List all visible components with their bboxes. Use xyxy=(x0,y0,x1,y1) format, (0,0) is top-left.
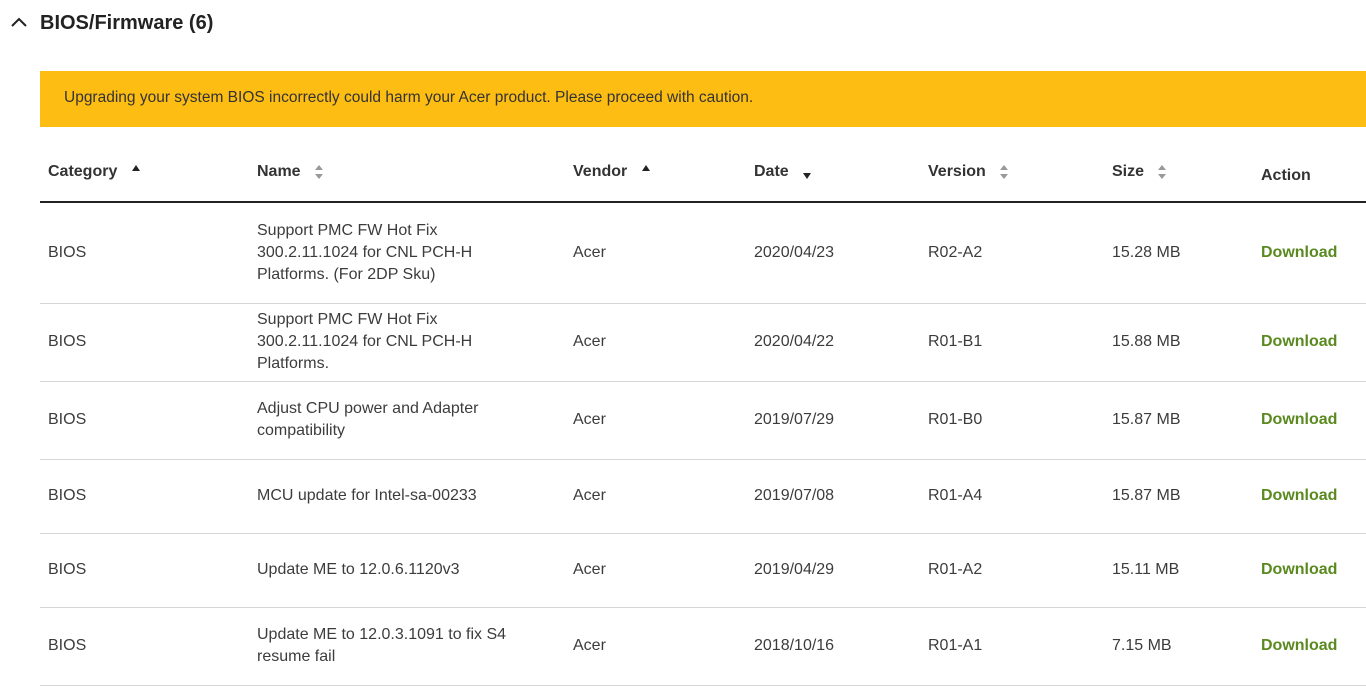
sort-both-icon[interactable] xyxy=(1158,164,1167,179)
table-row: BIOS MCU update for Intel-sa-00233 Acer … xyxy=(40,459,1366,534)
header-name[interactable]: Name xyxy=(249,143,565,203)
header-date[interactable]: Date xyxy=(746,143,920,203)
header-action: Action xyxy=(1253,143,1366,203)
cell-name: Support PMC FW Hot Fix 300.2.11.1024 for… xyxy=(249,303,565,382)
cell-category: BIOS xyxy=(40,303,249,382)
header-version-label: Version xyxy=(928,163,986,180)
section-title: BIOS/Firmware (6) xyxy=(40,12,214,34)
cell-size: 15.87 MB xyxy=(1104,459,1253,534)
cell-action: Download xyxy=(1253,381,1366,460)
header-name-label: Name xyxy=(257,163,301,180)
cell-name: Update ME to 12.0.3.1091 to fix S4 resum… xyxy=(249,607,565,686)
sort-asc-icon[interactable] xyxy=(641,164,650,179)
cell-size: 15.88 MB xyxy=(1104,303,1253,382)
cell-vendor: Acer xyxy=(565,533,746,608)
cell-size: 15.87 MB xyxy=(1104,381,1253,460)
cell-version: R01-A4 xyxy=(920,459,1104,534)
cell-category: BIOS xyxy=(40,533,249,608)
cell-date: 2020/04/23 xyxy=(746,202,920,304)
cell-category: BIOS xyxy=(40,459,249,534)
cell-date: 2020/04/22 xyxy=(746,303,920,382)
cell-action: Download xyxy=(1253,459,1366,534)
cell-date: 2019/07/08 xyxy=(746,459,920,534)
cell-category: BIOS xyxy=(40,381,249,460)
header-vendor-label: Vendor xyxy=(573,163,628,180)
cell-date: 2019/04/29 xyxy=(746,533,920,608)
sort-asc-icon[interactable] xyxy=(131,164,140,179)
download-link[interactable]: Download xyxy=(1261,333,1337,350)
cell-name: Adjust CPU power and Adapter compatibili… xyxy=(249,381,565,460)
table-row: BIOS Update ME to 12.0.6.1120v3 Acer 201… xyxy=(40,533,1366,608)
cell-version: R01-B1 xyxy=(920,303,1104,382)
cell-name: MCU update for Intel-sa-00233 xyxy=(249,459,565,534)
header-size[interactable]: Size xyxy=(1104,143,1253,203)
cell-size: 15.11 MB xyxy=(1104,533,1253,608)
cell-version: R01-A1 xyxy=(920,607,1104,686)
cell-version: R02-A2 xyxy=(920,202,1104,304)
cell-category: BIOS xyxy=(40,202,249,304)
table-row: BIOS Support PMC FW Hot Fix 300.2.11.102… xyxy=(40,202,1366,304)
warning-text: Upgrading your system BIOS incorrectly c… xyxy=(64,89,754,106)
cell-name: Update ME to 12.0.6.1120v3 xyxy=(249,533,565,608)
warning-banner: Upgrading your system BIOS incorrectly c… xyxy=(40,71,1366,127)
cell-size: 7.15 MB xyxy=(1104,607,1253,686)
cell-vendor: Acer xyxy=(565,381,746,460)
cell-version: R01-B0 xyxy=(920,381,1104,460)
cell-action: Download xyxy=(1253,202,1366,304)
header-vendor[interactable]: Vendor xyxy=(565,143,746,203)
download-link[interactable]: Download xyxy=(1261,411,1337,428)
cell-action: Download xyxy=(1253,303,1366,382)
cell-date: 2018/10/16 xyxy=(746,607,920,686)
sort-both-icon[interactable] xyxy=(1000,164,1009,179)
cell-vendor: Acer xyxy=(565,303,746,382)
section-header[interactable]: BIOS/Firmware (6) xyxy=(0,0,1366,50)
download-link[interactable]: Download xyxy=(1261,487,1337,504)
cell-vendor: Acer xyxy=(565,202,746,304)
header-category[interactable]: Category xyxy=(40,143,249,203)
sort-desc-icon[interactable] xyxy=(803,165,812,179)
cell-vendor: Acer xyxy=(565,459,746,534)
download-link[interactable]: Download xyxy=(1261,637,1337,654)
download-link[interactable]: Download xyxy=(1261,244,1337,261)
cell-category: BIOS xyxy=(40,607,249,686)
table-row: BIOS Adjust CPU power and Adapter compat… xyxy=(40,381,1366,460)
table-row: BIOS Update ME to 12.0.3.1091 to fix S4 … xyxy=(40,607,1366,686)
sort-both-icon[interactable] xyxy=(315,164,324,179)
table-header-row: Category Name Vendor Date Version Size A… xyxy=(40,143,1366,203)
cell-action: Download xyxy=(1253,607,1366,686)
header-date-label: Date xyxy=(754,163,789,180)
table-row: BIOS Support PMC FW Hot Fix 300.2.11.102… xyxy=(40,303,1366,382)
bios-table: Category Name Vendor Date Version Size A… xyxy=(40,143,1366,686)
cell-size: 15.28 MB xyxy=(1104,202,1253,304)
cell-date: 2019/07/29 xyxy=(746,381,920,460)
cell-name: Support PMC FW Hot Fix 300.2.11.1024 for… xyxy=(249,202,565,304)
cell-vendor: Acer xyxy=(565,607,746,686)
header-version[interactable]: Version xyxy=(920,143,1104,203)
download-link[interactable]: Download xyxy=(1261,561,1337,578)
cell-action: Download xyxy=(1253,533,1366,608)
cell-version: R01-A2 xyxy=(920,533,1104,608)
chevron-up-icon[interactable] xyxy=(9,15,29,29)
header-category-label: Category xyxy=(48,163,118,180)
header-size-label: Size xyxy=(1112,163,1145,180)
